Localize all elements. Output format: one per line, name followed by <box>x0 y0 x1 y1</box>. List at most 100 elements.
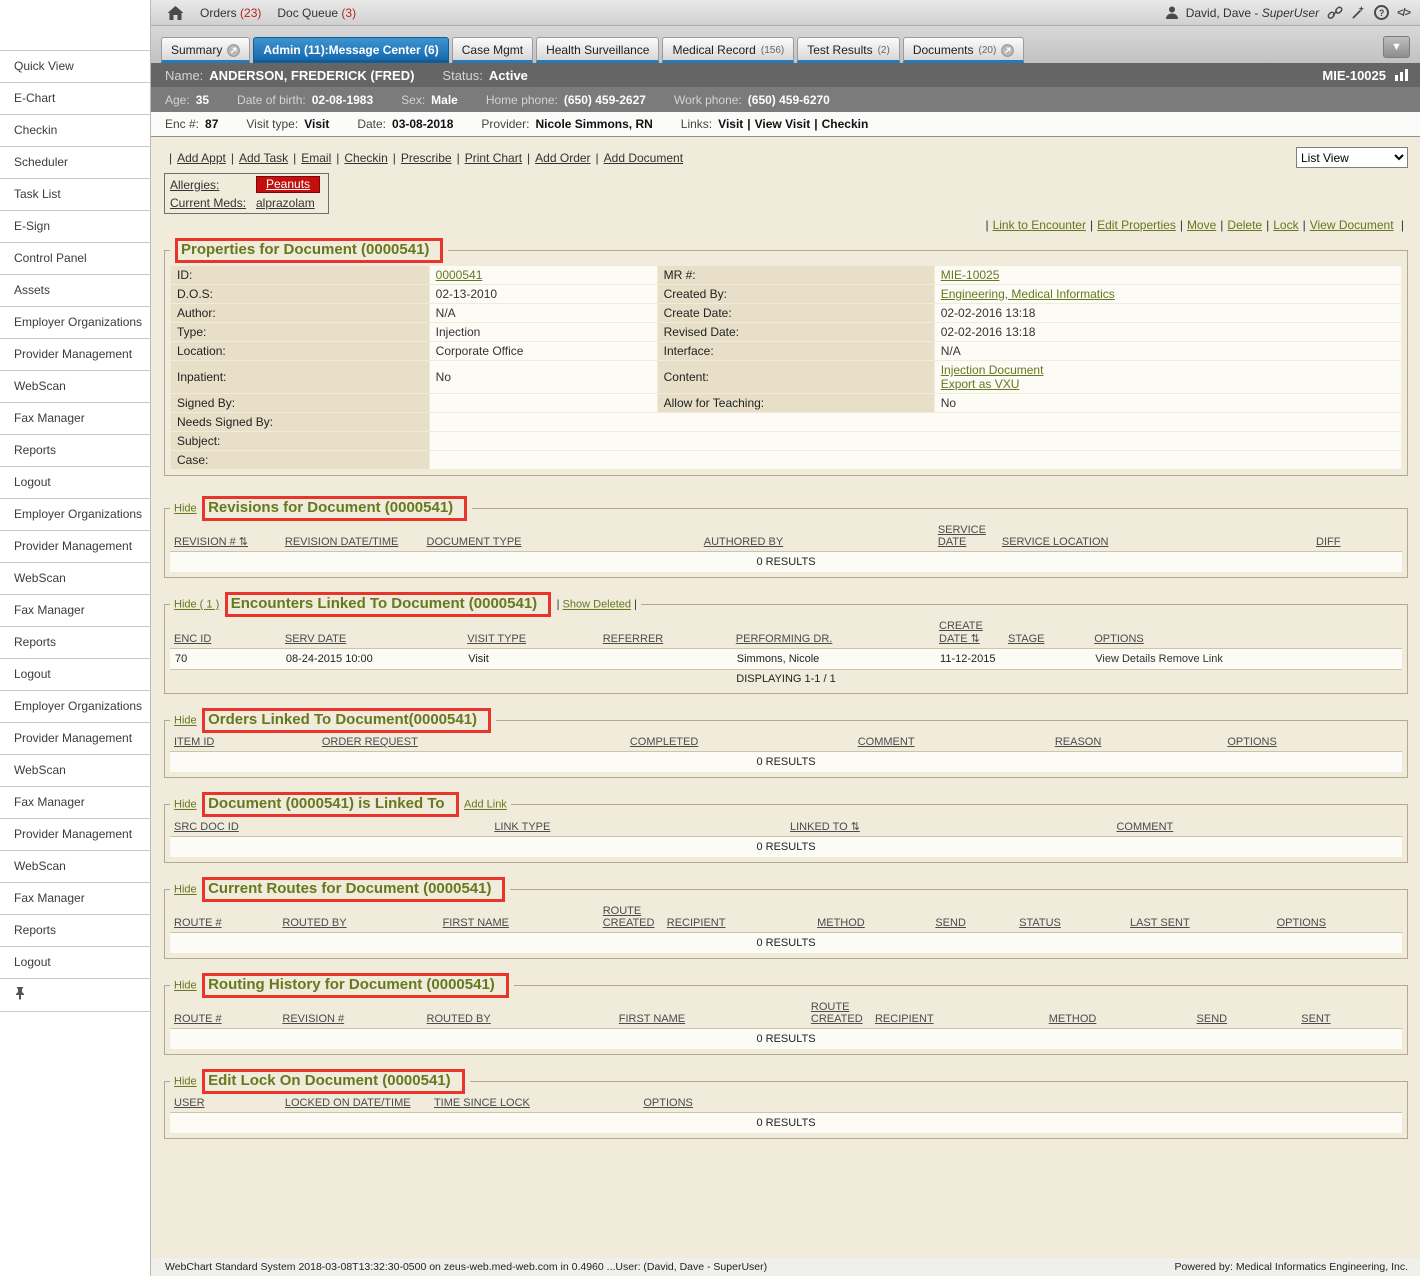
column-header[interactable]: FIRST NAME <box>439 902 599 933</box>
checkin-link[interactable]: Checkin <box>822 117 869 131</box>
action-link[interactable]: Prescribe <box>401 151 452 165</box>
hide-orders-link[interactable]: Hide <box>174 715 197 727</box>
column-header[interactable]: OPTIONS <box>1273 902 1402 933</box>
sidebar-item[interactable]: Logout <box>0 658 150 690</box>
link-icon[interactable] <box>1327 5 1343 21</box>
column-header[interactable]: TIME SINCE LOCK <box>430 1094 639 1113</box>
mr-number-link[interactable]: MIE-10025 <box>941 268 1000 282</box>
column-header[interactable]: SENT <box>1297 998 1402 1029</box>
hide-revisions-link[interactable]: Hide <box>174 503 197 515</box>
column-header[interactable]: SERV DATE <box>281 617 463 649</box>
column-header[interactable]: RECIPIENT <box>871 998 1045 1029</box>
tab-case-mgmt[interactable]: Case Mgmt <box>452 37 533 63</box>
column-header[interactable]: SERVICE DATE <box>934 521 998 552</box>
export-vxu-link[interactable]: Export as VXU <box>941 377 1020 391</box>
sidebar-item[interactable]: Fax Manager <box>0 882 150 914</box>
sidebar-item[interactable]: Checkin <box>0 114 150 146</box>
med-alprazolam-link[interactable]: alprazolam <box>256 196 315 210</box>
sidebar-item[interactable]: Scheduler <box>0 146 150 178</box>
action-link[interactable]: Add Order <box>535 151 590 165</box>
popout-icon[interactable] <box>227 44 240 57</box>
column-header[interactable]: COMMENT <box>1112 817 1402 837</box>
user-menu[interactable]: David, Dave - SuperUser <box>1186 6 1319 20</box>
view-details-link[interactable]: View Details <box>1095 653 1155 665</box>
tab-admin-message-center[interactable]: Admin (11):Message Center (6) <box>253 37 448 63</box>
column-header[interactable]: DIFF <box>1312 521 1402 552</box>
chart-stats-icon[interactable] <box>1394 69 1410 81</box>
doc-queue-link[interactable]: Doc Queue (3) <box>277 6 356 20</box>
column-header[interactable]: RECIPIENT <box>663 902 813 933</box>
sidebar-item[interactable]: Provider Management <box>0 530 150 562</box>
hide-routing-history-link[interactable]: Hide <box>174 980 197 992</box>
sidebar-item[interactable]: Fax Manager <box>0 594 150 626</box>
column-header[interactable]: STAGE <box>1004 617 1090 649</box>
column-header[interactable]: REVISION DATE/TIME <box>281 521 423 552</box>
sidebar-item[interactable]: Control Panel <box>0 242 150 274</box>
column-header[interactable]: LINKED TO ⇅ <box>786 817 1112 837</box>
current-meds-label-link[interactable]: Current Meds: <box>170 196 256 210</box>
pin-icon[interactable] <box>14 986 26 1000</box>
doc-id-link[interactable]: 0000541 <box>436 268 483 282</box>
column-header[interactable]: COMPLETED <box>626 733 854 752</box>
column-header[interactable]: ROUTE # <box>170 902 278 933</box>
column-header[interactable]: STATUS <box>1015 902 1126 933</box>
column-header[interactable]: OPTIONS <box>639 1094 1402 1113</box>
column-header[interactable]: OPTIONS <box>1090 617 1402 649</box>
visit-link[interactable]: Visit <box>718 117 743 131</box>
sidebar-item[interactable]: Reports <box>0 626 150 658</box>
sidebar-item[interactable]: Provider Management <box>0 722 150 754</box>
column-header[interactable]: SEND <box>1193 998 1298 1029</box>
tab-documents[interactable]: Documents (20) <box>903 37 1025 63</box>
column-header[interactable]: ORDER REQUEST <box>318 733 626 752</box>
column-header[interactable]: SERVICE LOCATION <box>998 521 1312 552</box>
action-link[interactable]: Add Document <box>604 151 683 165</box>
wand-icon[interactable] <box>1351 5 1366 20</box>
column-header[interactable]: OPTIONS <box>1223 733 1402 752</box>
column-header[interactable]: ROUTE CREATED <box>599 902 663 933</box>
column-header[interactable]: ROUTE CREATED <box>807 998 871 1029</box>
column-header[interactable]: COMMENT <box>854 733 1051 752</box>
sidebar-item[interactable]: Assets <box>0 274 150 306</box>
sidebar-item[interactable]: Quick View <box>0 50 150 82</box>
sidebar-item[interactable]: Fax Manager <box>0 402 150 434</box>
sidebar-item[interactable]: E-Sign <box>0 210 150 242</box>
allergies-label-link[interactable]: Allergies: <box>170 178 256 192</box>
sidebar-item[interactable]: WebScan <box>0 850 150 882</box>
view-visit-link[interactable]: View Visit <box>755 117 811 131</box>
column-header[interactable]: CREATE DATE ⇅ <box>935 617 1004 649</box>
column-header[interactable]: LOCKED ON DATE/TIME <box>281 1094 430 1113</box>
hide-encounters-link[interactable]: Hide ( 1 ) <box>174 599 219 611</box>
column-header[interactable]: AUTHORED BY <box>700 521 934 552</box>
column-header[interactable]: DOCUMENT TYPE <box>423 521 700 552</box>
sidebar-item[interactable]: WebScan <box>0 562 150 594</box>
view-mode-select[interactable]: List View <box>1296 147 1408 168</box>
injection-document-link[interactable]: Injection Document <box>941 363 1044 377</box>
column-header[interactable]: REVISION # <box>278 998 422 1029</box>
sidebar-item[interactable]: E-Chart <box>0 82 150 114</box>
column-header[interactable]: LAST SENT <box>1126 902 1273 933</box>
sidebar-item[interactable]: Fax Manager <box>0 786 150 818</box>
orders-link[interactable]: Orders (23) <box>200 6 261 20</box>
sidebar-item[interactable]: Employer Organizations <box>0 498 150 530</box>
column-header[interactable]: ROUTED BY <box>278 902 438 933</box>
column-header[interactable]: REFERRER <box>599 617 732 649</box>
code-icon[interactable]: </> <box>1397 7 1410 19</box>
sidebar-item[interactable]: Logout <box>0 946 150 978</box>
column-header[interactable]: METHOD <box>1045 998 1193 1029</box>
action-link[interactable]: Add Task <box>239 151 288 165</box>
show-deleted-link[interactable]: Show Deleted <box>563 599 632 611</box>
column-header[interactable]: PERFORMING DR. <box>732 617 935 649</box>
doc-action-link[interactable]: View Document <box>1310 218 1394 232</box>
tab-medical-record[interactable]: Medical Record (156) <box>662 37 794 63</box>
tab-overflow-button[interactable]: ▼ <box>1383 36 1410 58</box>
tab-health-surveillance[interactable]: Health Surveillance <box>536 37 659 63</box>
sidebar-item[interactable]: Employer Organizations <box>0 306 150 338</box>
column-header[interactable]: LINK TYPE <box>490 817 786 837</box>
created-by-link[interactable]: Engineering, Medical Informatics <box>941 287 1115 301</box>
doc-action-link[interactable]: Link to Encounter <box>993 218 1086 232</box>
action-link[interactable]: Add Appt <box>177 151 226 165</box>
column-header[interactable]: ITEM ID <box>170 733 318 752</box>
hide-edit-lock-link[interactable]: Hide <box>174 1076 197 1088</box>
column-header[interactable]: ENC ID <box>170 617 281 649</box>
doc-action-link[interactable]: Move <box>1187 218 1216 232</box>
